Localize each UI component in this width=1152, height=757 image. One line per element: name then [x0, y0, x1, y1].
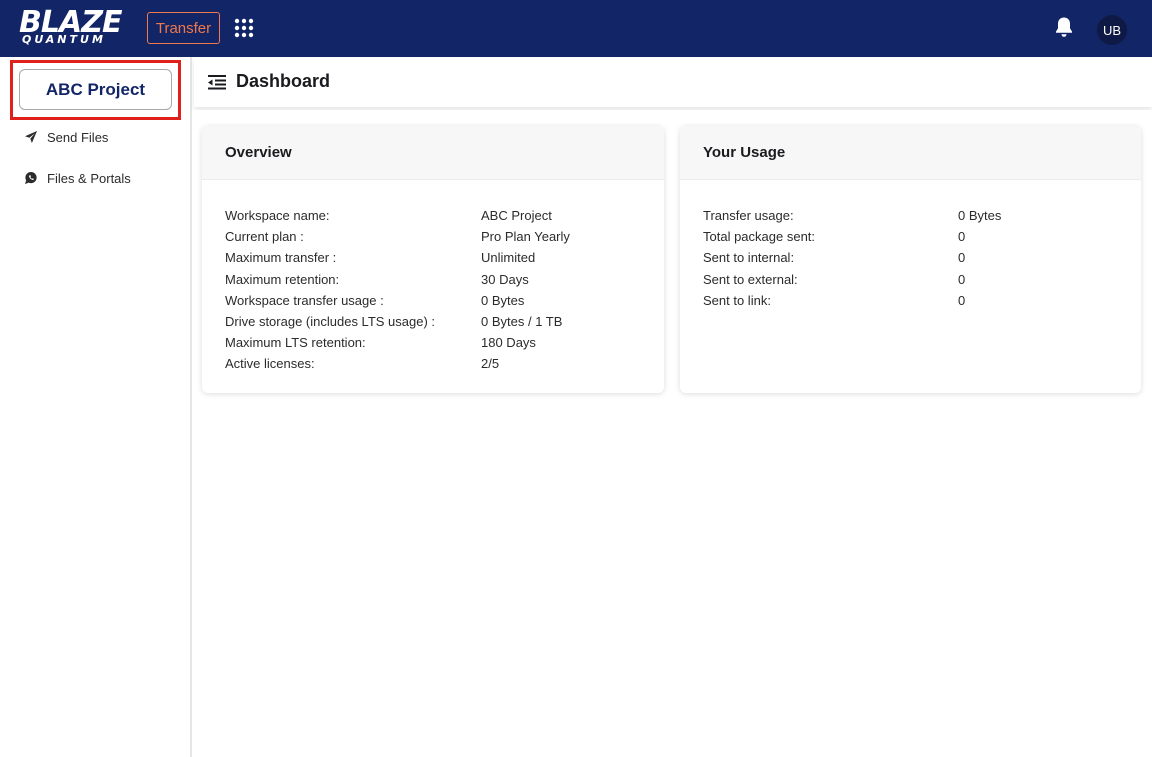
info-row-value: ABC Project [481, 208, 552, 224]
sidebar: ABC Project Send Files Files & Portals [0, 57, 192, 757]
info-row: Maximum retention: 30 Days [225, 269, 654, 290]
dashboard-content: Overview Workspace name: ABC Project Curre… [194, 110, 1152, 757]
page-title: Dashboard [236, 71, 331, 91]
info-row-value: 0 Bytes [958, 208, 1002, 224]
info-row-label: Transfer usage: [703, 208, 794, 224]
apps-grid-icon[interactable] [234, 18, 254, 38]
info-row-value: 0 Bytes / 1 TB [481, 314, 563, 330]
info-row: Sent to link: 0 [703, 290, 1131, 311]
main-header: Dashboard [194, 57, 1152, 107]
usage-card-title: Your Usage [680, 126, 1141, 180]
info-row: Current plan : Pro Plan Yearly [225, 226, 654, 247]
info-row-value: 0 [958, 229, 966, 245]
info-row-label: Sent to link: [703, 292, 771, 308]
info-row-label: Workspace name: [225, 208, 330, 224]
info-row-value: Unlimited [481, 250, 536, 266]
transfer-button[interactable]: Transfer [147, 12, 220, 44]
info-row: Total package sent: 0 [703, 226, 1131, 247]
project-selector-button[interactable]: ABC Project [19, 69, 172, 110]
logo-sub-text: QUANTUM [22, 33, 106, 46]
usage-rows: Transfer usage: 0 Bytes Total package sent… [703, 205, 1131, 311]
info-row-value: 2/5 [481, 356, 500, 372]
info-row-label: Maximum retention: [225, 271, 340, 287]
menu-collapse-icon[interactable] [208, 74, 226, 90]
sidebar-item-label: Send Files [47, 129, 109, 145]
info-row-label: Total package sent: [703, 229, 816, 245]
info-row-label: Maximum LTS retention: [225, 335, 366, 351]
info-row: Transfer usage: 0 Bytes [703, 205, 1131, 226]
overview-card: Overview Workspace name: ABC Project Curre… [202, 126, 664, 393]
info-row: Maximum transfer : Unlimited [225, 247, 654, 268]
info-row-value: 0 [958, 292, 966, 308]
info-row: Workspace name: ABC Project [225, 205, 654, 226]
info-row-value: Pro Plan Yearly [481, 229, 570, 245]
info-row: Sent to external: 0 [703, 269, 1131, 290]
overview-card-title: Overview [202, 126, 664, 180]
info-row-label: Drive storage (includes LTS usage) : [225, 314, 436, 330]
sidebar-item-files-portals[interactable]: Files & Portals [24, 168, 131, 188]
info-row-value: 30 Days [481, 271, 529, 287]
send-icon [25, 131, 37, 143]
project-selector-highlight: ABC Project [10, 60, 181, 120]
notification-bell-icon[interactable] [1054, 16, 1074, 38]
info-row-label: Sent to internal: [703, 250, 795, 266]
user-avatar[interactable]: UB [1097, 15, 1127, 45]
info-row-value: 180 Days [481, 335, 536, 351]
info-row-label: Current plan : [225, 229, 304, 245]
info-row-label: Sent to external: [703, 271, 798, 287]
info-row-value: 0 [958, 271, 966, 287]
info-row: Active licenses: 2/5 [225, 353, 654, 374]
info-row: Drive storage (includes LTS usage) : 0 By… [225, 311, 654, 332]
info-row: Maximum LTS retention: 180 Days [225, 332, 654, 353]
info-row-label: Maximum transfer : [225, 250, 337, 266]
overview-rows: Workspace name: ABC Project Current plan :… [225, 205, 654, 375]
sidebar-item-label: Files & Portals [47, 170, 131, 186]
blaze-quantum-logo[interactable]: BLAZE QUANTUM [19, 6, 129, 48]
info-row-value: 0 Bytes [481, 292, 525, 308]
top-bar: BLAZE QUANTUM Transfer UB [0, 0, 1152, 57]
chat-icon [25, 172, 37, 184]
info-row: Workspace transfer usage : 0 Bytes [225, 290, 654, 311]
info-row-label: Active licenses: [225, 356, 315, 372]
usage-card: Your Usage Transfer usage: 0 Bytes Total p… [680, 126, 1141, 393]
sidebar-item-send-files[interactable]: Send Files [24, 127, 108, 147]
info-row: Sent to internal: 0 [703, 247, 1131, 268]
info-row-label: Workspace transfer usage : [225, 292, 384, 308]
info-row-value: 0 [958, 250, 966, 266]
